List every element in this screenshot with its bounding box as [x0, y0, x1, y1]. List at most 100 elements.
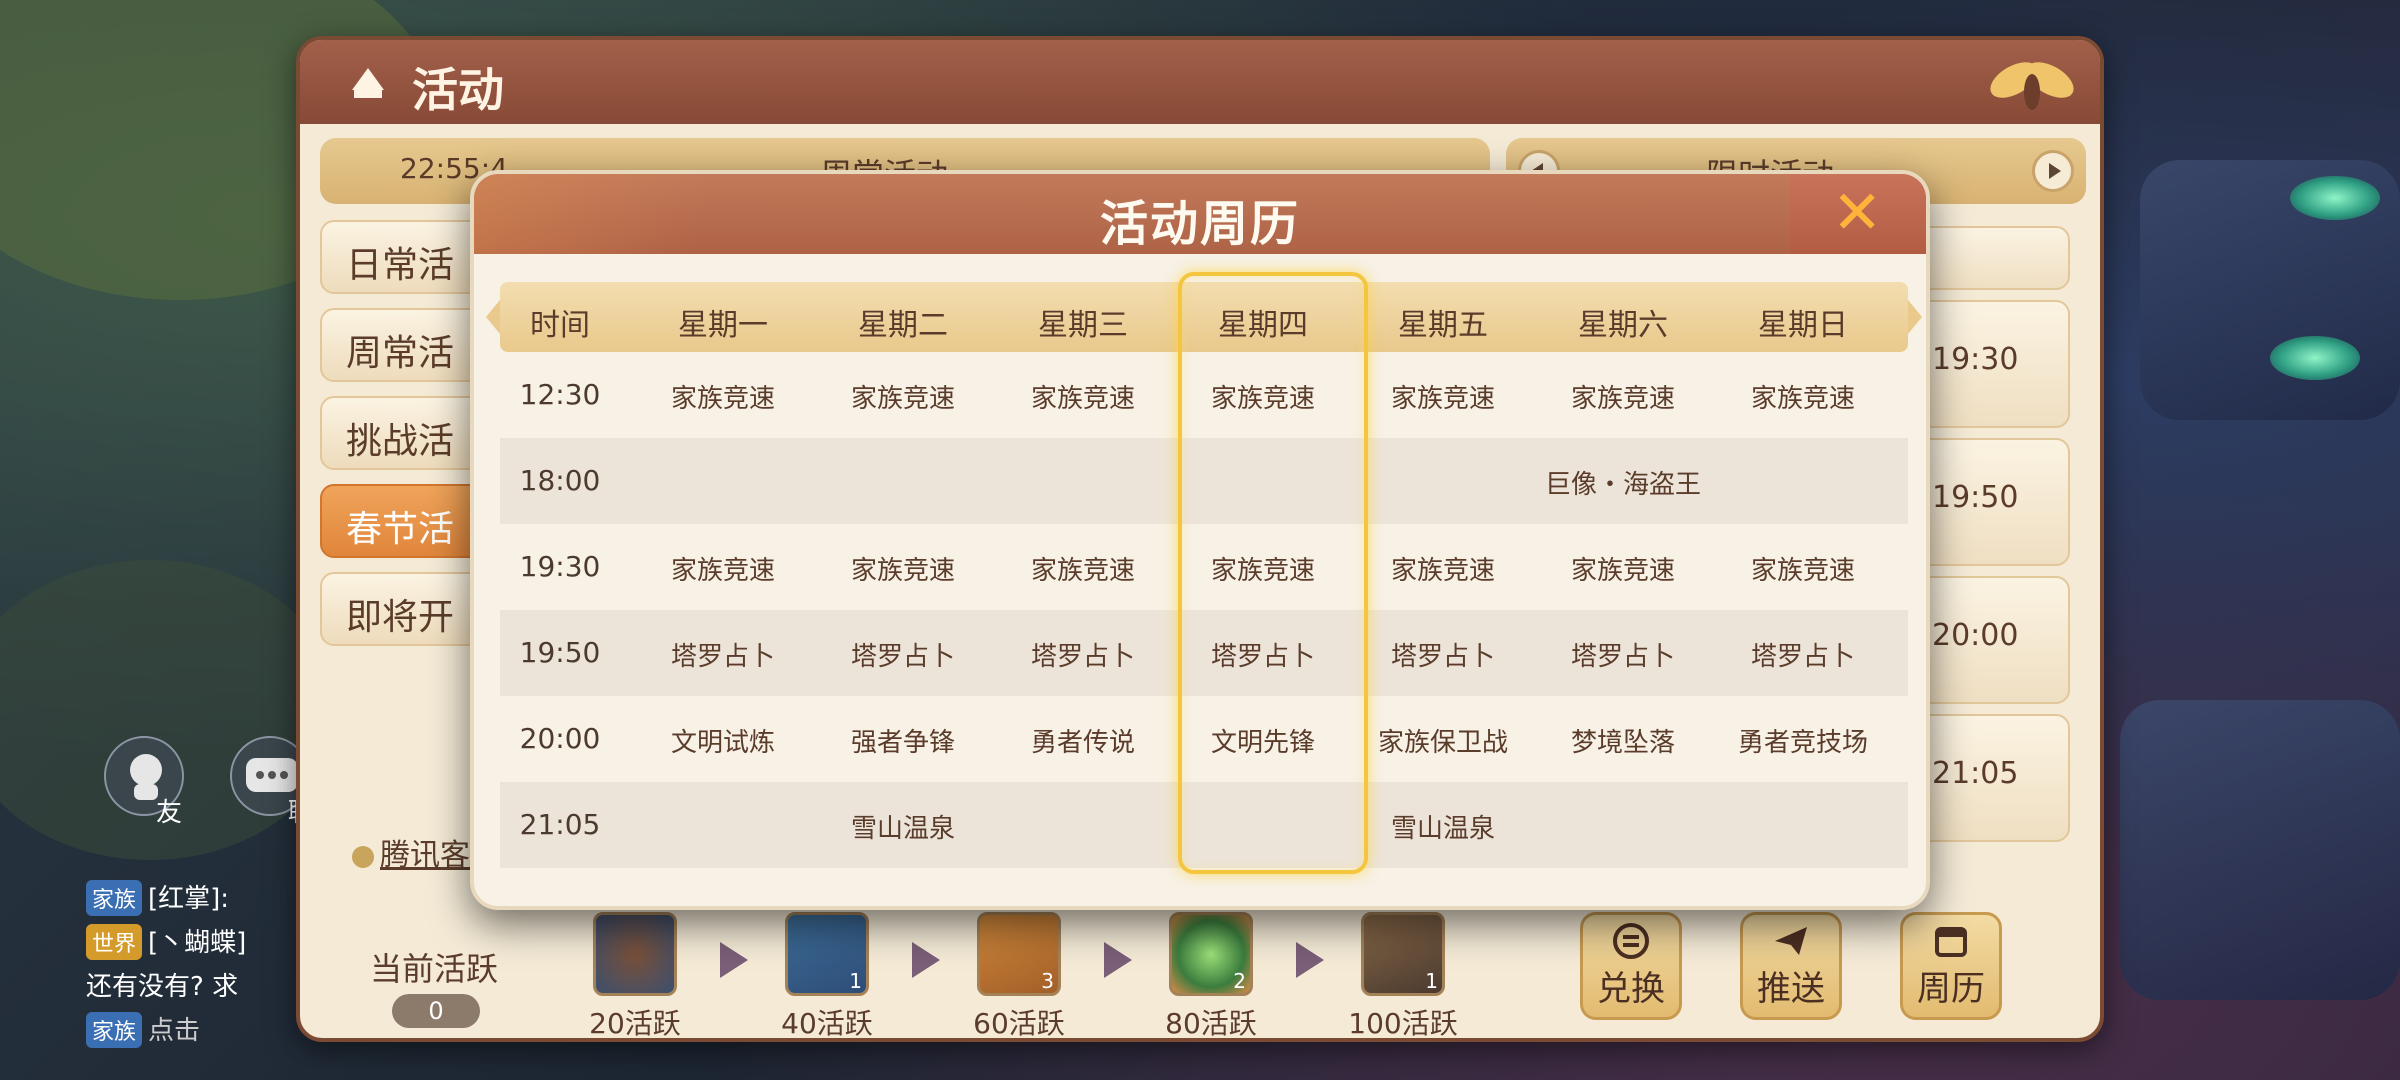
calendar-row: 19:50 塔罗占卜 塔罗占卜 塔罗占卜 塔罗占卜 塔罗占卜 塔罗占卜 塔罗占卜 [500, 610, 1908, 696]
current-active-value: 0 [392, 994, 480, 1028]
row-time: 19:30 [519, 550, 601, 583]
current-active-label: 当前活跃 [370, 950, 499, 988]
header-friday: 星期五 [1398, 308, 1488, 343]
arrow-right-icon [1296, 942, 1324, 978]
exchange-button[interactable]: 兑换 [1580, 912, 1682, 1020]
reward-80[interactable]: 2 80活跃 [1165, 912, 1257, 1038]
calendar-row: 18:00 巨像・海盗王 [500, 438, 1908, 524]
reward-label: 100活跃 [1348, 1007, 1458, 1040]
reward-orb-icon: 2 [1169, 912, 1253, 996]
chat-feed[interactable]: 家族 [红掌]: 世界 [丶蝴蝶] 还有没有? 求 家族 点击 [86, 878, 306, 1054]
friend-button[interactable]: 友 [104, 736, 184, 828]
reward-chest-icon [593, 912, 677, 996]
reward-label: 60活跃 [973, 1007, 1065, 1040]
calendar-cell: 家族竞速 [1750, 384, 1855, 414]
background-gem [2270, 336, 2360, 380]
calendar-body: 12:30 家族竞速 家族竞速 家族竞速 家族竞速 家族竞速 家族竞速 家族竞速 18:00 巨像… [500, 352, 1908, 868]
chat-message: 还有没有? 求 [86, 966, 306, 1006]
row-time: 12:30 [519, 378, 601, 411]
modal-header: 活动周历 ✕ [474, 174, 1926, 254]
calendar-cell: 雪山温泉 [1390, 814, 1495, 844]
calendar-cell: 勇者竞技场 [1737, 728, 1868, 758]
background-gem [2290, 176, 2380, 220]
reward-20[interactable]: 20活跃 [589, 912, 681, 1038]
calendar-cell: 家族竞速 [1390, 384, 1495, 414]
calendar-cell: 家族竞速 [670, 384, 775, 414]
arrow-right-icon [720, 942, 748, 978]
calendar-label: 周历 [1917, 969, 1985, 1009]
reward-tools-icon: 1 [1361, 912, 1445, 996]
tencent-service-link[interactable]: 腾讯客 [352, 830, 470, 874]
calendar-cell: 塔罗占卜 [1030, 642, 1135, 672]
calendar-header-row: 时间 星期一 星期二 星期三 星期四 星期五 星期六 星期日 [486, 282, 1922, 352]
calendar-cell: 巨像・海盗王 [1544, 470, 1701, 500]
reward-label: 40活跃 [781, 1007, 873, 1040]
calendar-row: 12:30 家族竞速 家族竞速 家族竞速 家族竞速 家族竞速 家族竞速 家族竞速 [500, 352, 1908, 438]
reward-60[interactable]: 3 60活跃 [973, 912, 1065, 1038]
row-time: 20:00 [519, 722, 601, 755]
next-page-button[interactable] [2032, 150, 2074, 192]
chat-message: 家族 点击 [86, 1010, 306, 1050]
arrow-right-icon [1104, 942, 1132, 978]
reward-label: 80活跃 [1165, 1007, 1257, 1040]
calendar-cell: 强者争锋 [850, 728, 955, 758]
activity-panel-title: 活动 [412, 63, 504, 117]
header-saturday: 星期六 [1578, 308, 1668, 343]
calendar-cell: 家族保卫战 [1377, 728, 1508, 758]
calendar-cell: 雪山温泉 [850, 814, 955, 844]
calendar-cell: 家族竞速 [850, 556, 955, 586]
activity-icon [352, 68, 384, 98]
background-rock [2120, 700, 2400, 1000]
calendar-row: 21:05 雪山温泉 雪山温泉 [500, 782, 1908, 868]
arrow-right-icon [912, 942, 940, 978]
calendar-cell: 塔罗占卜 [670, 642, 775, 672]
calendar-cell: 家族竞速 [670, 556, 775, 586]
row-time: 18:00 [519, 464, 601, 497]
calendar-cell: 家族竞速 [1570, 384, 1675, 414]
push-label: 推送 [1757, 969, 1825, 1009]
close-button[interactable]: ✕ [1790, 174, 1926, 254]
reward-100[interactable]: 1 100活跃 [1348, 912, 1458, 1038]
calendar-icon [1935, 927, 1967, 957]
push-button[interactable]: 推送 [1740, 912, 1842, 1020]
header-wednesday: 星期三 [1038, 308, 1128, 343]
chat-channel-tag: 世界 [86, 924, 143, 960]
reward-label: 20活跃 [589, 1007, 681, 1040]
calendar-cell: 塔罗占卜 [1750, 642, 1855, 672]
calendar-cell: 家族竞速 [1030, 384, 1135, 414]
chat-text: 点击 [148, 1016, 201, 1046]
send-plane-icon [1775, 927, 1807, 955]
chat-text: [红掌]: [148, 884, 230, 914]
reward-skull-map-icon: 3 [977, 912, 1061, 996]
calendar-cell: 塔罗占卜 [1390, 642, 1495, 672]
header-sunday: 星期日 [1758, 308, 1848, 343]
calendar-table: 时间 星期一 星期二 星期三 星期四 星期五 星期六 星期日 12:30 家族竞速… [486, 282, 1922, 868]
calendar-cell: 梦境坠落 [1570, 728, 1675, 758]
weekly-calendar-button[interactable]: 周历 [1900, 912, 2002, 1020]
row-time: 21:05 [519, 808, 601, 841]
header-time: 时间 [530, 308, 590, 343]
chat-message: 世界 [丶蝴蝶] [86, 922, 306, 962]
chat-message: 家族 [红掌]: [86, 878, 306, 918]
calendar-cell: 家族竞速 [1390, 556, 1495, 586]
friend-label: 友 [156, 798, 183, 828]
calendar-cell: 文明先锋 [1210, 728, 1315, 758]
weekly-calendar-modal: 活动周历 ✕ 时间 星期一 星期二 星期三 星期四 星期五 星期六 星期日 12… [470, 170, 1930, 910]
reward-40[interactable]: 1 40活跃 [781, 912, 873, 1038]
calendar-cell: 家族竞速 [1210, 556, 1315, 586]
calendar-cell: 塔罗占卜 [850, 642, 955, 672]
calendar-cell: 家族竞速 [1570, 556, 1675, 586]
activity-category-menu: 日常活 周常活 挑战活 春节活 即将开 [320, 220, 500, 660]
activity-progress-bar: 当前活跃 0 20活跃 1 40活跃 3 60活跃 2 80活跃 1 100活跃 [300, 902, 2100, 1038]
header-thursday: 星期四 [1218, 308, 1308, 343]
header-tuesday: 星期二 [858, 308, 948, 343]
calendar-cell: 文明试炼 [670, 728, 775, 758]
chat-text: 还有没有? 求 [86, 972, 239, 1002]
chat-channel-tag: 家族 [86, 880, 143, 916]
chat-text: [丶蝴蝶] [148, 928, 247, 958]
calendar-cell: 塔罗占卜 [1210, 642, 1315, 672]
calendar-cell: 家族竞速 [1210, 384, 1315, 414]
close-x-icon: ✕ [1832, 178, 1883, 248]
header-monday: 星期一 [678, 308, 768, 343]
reward-scroll-icon: 1 [785, 912, 869, 996]
